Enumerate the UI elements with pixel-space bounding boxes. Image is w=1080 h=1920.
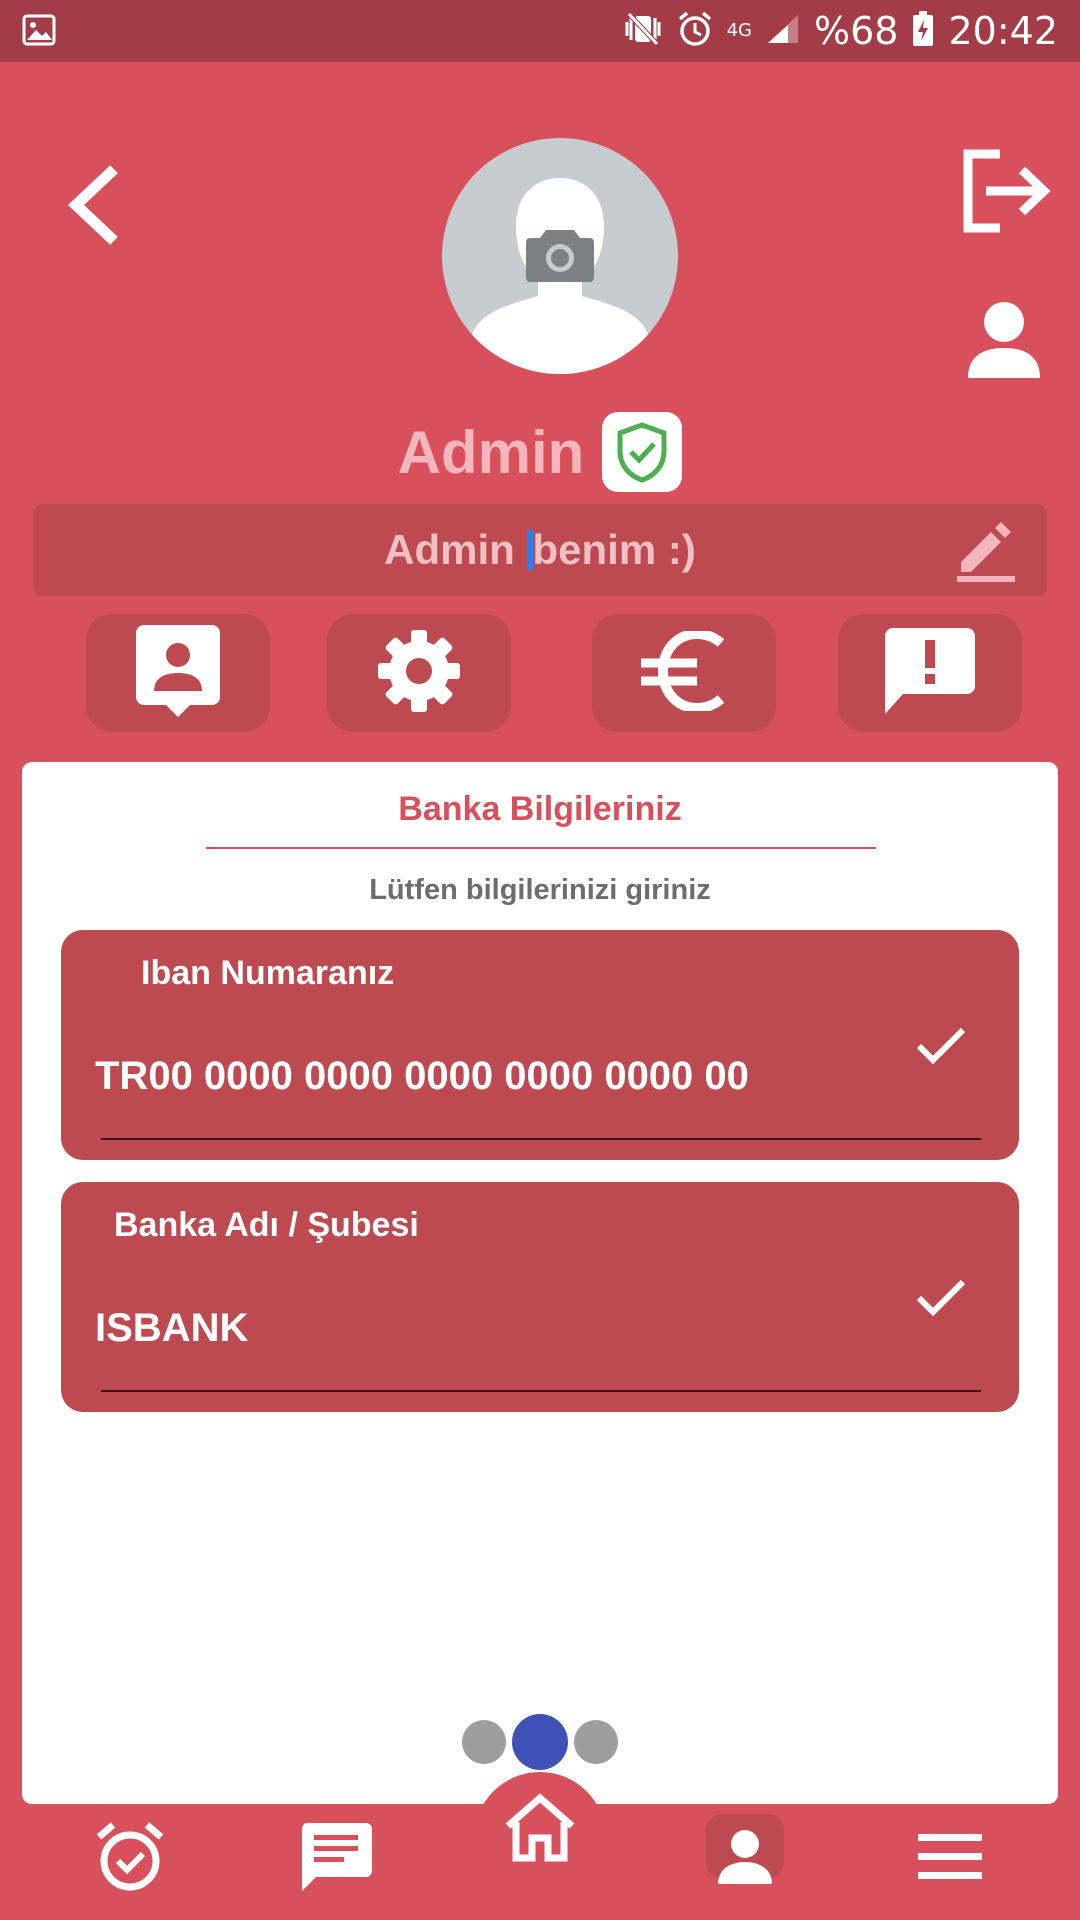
nav-messages[interactable]: [300, 1806, 372, 1912]
clock: 20:42: [948, 9, 1058, 53]
bank-name-label: Banka Adı / Şubesi: [114, 1206, 419, 1244]
euro-icon: [639, 628, 729, 716]
page-indicator: [0, 1714, 1080, 1770]
nav-menu[interactable]: [918, 1806, 982, 1912]
feedback-button[interactable]: [838, 614, 1022, 732]
iban-label: Iban Numaranız: [141, 954, 395, 992]
nav-profile[interactable]: [706, 1806, 784, 1912]
contact-card-button[interactable]: [86, 614, 270, 732]
alarm-status-icon: [677, 11, 713, 52]
settings-button[interactable]: [327, 614, 511, 732]
iban-underline: [101, 1138, 981, 1140]
contact-card-icon: [136, 624, 220, 722]
nav-alarm[interactable]: [92, 1806, 168, 1912]
card-title-divider: [206, 847, 876, 849]
bank-name-value[interactable]: ISBANK: [95, 1306, 248, 1351]
profile-name-row: Admin: [0, 410, 1080, 494]
signal-icon: [766, 13, 800, 50]
home-icon: [502, 1792, 578, 1867]
status-bar: 4G %68 20:42: [0, 0, 1080, 62]
menu-icon: [918, 1833, 982, 1885]
back-button[interactable]: [62, 165, 122, 245]
card-subtitle: Lütfen bilgilerinizi giriniz: [369, 874, 711, 906]
page-dot-active[interactable]: [512, 1714, 568, 1770]
logout-button[interactable]: [960, 148, 1052, 234]
nav-home[interactable]: [500, 1776, 580, 1882]
card-title: Banka Bilgileriniz: [398, 790, 682, 828]
gallery-notification-icon: [22, 14, 56, 51]
check-icon: [915, 1026, 967, 1071]
check-icon: [915, 1278, 967, 1323]
iban-field[interactable]: Iban Numaranız TR00 0000 0000 0000 0000 …: [61, 930, 1019, 1160]
bio-input[interactable]: Admin benim :): [33, 504, 1047, 596]
bio-text-after: benim :): [532, 526, 696, 573]
network-type-indicator: 4G: [726, 20, 753, 41]
settings-gear-icon: [376, 628, 462, 719]
verified-badge: [602, 412, 683, 492]
chevron-left-icon: [62, 165, 122, 249]
camera-icon: [526, 230, 594, 282]
page-dot[interactable]: [574, 1720, 618, 1764]
alarm-icon: [95, 1821, 165, 1898]
bank-name-underline: [101, 1390, 981, 1392]
bank-info-card: Banka Bilgileriniz Lütfen bilgilerinizi …: [22, 762, 1058, 1804]
bank-name-field[interactable]: Banka Adı / Şubesi ISBANK: [61, 1182, 1019, 1412]
avatar[interactable]: [442, 138, 678, 374]
chat-icon: [300, 1821, 372, 1898]
payment-button[interactable]: [592, 614, 776, 732]
battery-charging-icon: [912, 10, 934, 52]
edit-pencil-icon[interactable]: [957, 522, 1015, 587]
feedback-alert-icon: [885, 626, 975, 721]
iban-value[interactable]: TR00 0000 0000 0000 0000 0000 00: [95, 1054, 749, 1099]
page-dot[interactable]: [462, 1720, 506, 1764]
profile-name: Admin: [397, 418, 585, 486]
battery-percent: %68: [814, 9, 899, 53]
profile-button[interactable]: [966, 300, 1042, 380]
person-icon: [716, 1828, 774, 1891]
bio-text-before: Admin: [384, 526, 527, 573]
mute-vibrate-icon: [623, 11, 663, 51]
person-icon: [966, 302, 1042, 384]
shield-check-icon: [617, 422, 667, 483]
logout-icon: [960, 149, 1052, 238]
bio-text[interactable]: Admin benim :): [33, 526, 1047, 574]
